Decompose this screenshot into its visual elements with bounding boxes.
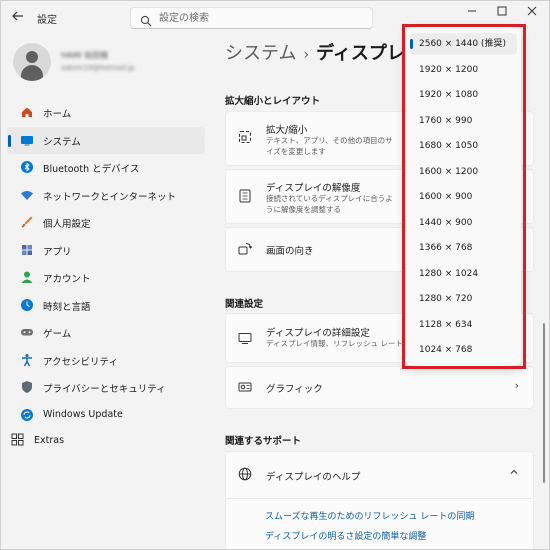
search-icon — [140, 12, 152, 27]
help-links: スムーズな再生のためのリフレッシュ レートの同期 ディスプレイの明るさ設定の簡単… — [265, 508, 474, 548]
sidebar-item-label: ホーム — [43, 109, 72, 120]
avatar — [13, 43, 51, 81]
card-title: ディスプレイの詳細設定 — [266, 328, 370, 339]
card-title: 画面の向き — [266, 246, 314, 257]
card-title: ディスプレイのヘルプ — [266, 472, 361, 483]
sidebar-item-label: ネットワークとインターネット — [43, 191, 177, 203]
resolution-dropdown: 2560 × 1440 (推奨) 1920 × 1200 1920 × 1080… — [406, 27, 521, 366]
orientation-icon — [237, 242, 253, 258]
sidebar-item-network[interactable]: ネットワークとインターネット — [7, 182, 205, 210]
zoom-icon — [237, 130, 253, 146]
section-heading-related: 関連設定 — [225, 299, 264, 310]
app-title: 設定 — [37, 15, 57, 26]
globe-icon — [237, 467, 253, 483]
sidebar-item-label: アプリ — [43, 246, 72, 258]
sidebar-item-windows-update[interactable]: Windows Update — [7, 402, 205, 430]
card-description: テキスト、アプリ、その他の項目のサイズを変更します — [266, 136, 393, 156]
resolution-option[interactable]: 1280 × 1024 — [410, 263, 517, 285]
profile-name: HAMI 佑田雅 — [61, 51, 109, 60]
resolution-option[interactable]: 1680 × 1050 — [410, 135, 517, 157]
sidebar-item-label: Windows Update — [43, 408, 123, 420]
resolution-option[interactable]: 1440 × 900 — [410, 212, 517, 234]
search-box[interactable] — [130, 7, 373, 29]
back-arrow-icon[interactable] — [11, 9, 27, 25]
close-icon[interactable] — [515, 1, 549, 25]
sidebar-item-system[interactable]: システム — [7, 126, 205, 154]
sidebar-item-gaming[interactable]: ゲーム — [7, 319, 205, 347]
help-link-brightness[interactable]: ディスプレイの明るさ設定の簡単な調整 — [265, 528, 474, 548]
sidebar-nav: ホーム システム Bluetooth とデバイス ネットワークとインターネット … — [7, 99, 205, 429]
maximize-icon[interactable] — [485, 1, 519, 25]
sidebar-item-label: Bluetooth とデバイス — [43, 164, 140, 175]
chevron-right-icon: › — [514, 379, 519, 392]
brush-icon — [19, 215, 35, 231]
chevron-right-icon: › — [303, 47, 310, 63]
sidebar-item-personalization[interactable]: 個人用設定 — [7, 209, 205, 237]
sidebar-item-home[interactable]: ホーム — [7, 99, 205, 127]
card-display-help[interactable]: ディスプレイのヘルプ — [225, 451, 534, 499]
sidebar-item-label: アクセシビリティ — [43, 356, 118, 368]
chevron-up-icon[interactable] — [509, 467, 519, 480]
sidebar-item-accounts[interactable]: アカウント — [7, 264, 205, 292]
resolution-icon — [237, 189, 253, 205]
card-title: ディスプレイの解像度 — [266, 183, 361, 194]
accessibility-icon — [19, 353, 35, 369]
sidebar-item-label: 個人用設定 — [43, 219, 91, 230]
extras-icon — [9, 433, 25, 449]
card-graphics[interactable]: グラフィック › — [225, 366, 534, 409]
breadcrumb-parent[interactable]: システム — [225, 43, 296, 64]
sidebar-item-accessibility[interactable]: アクセシビリティ — [7, 347, 205, 375]
sidebar-item-time-language[interactable]: 時刻と言語 — [7, 292, 205, 320]
resolution-option[interactable]: 1920 × 1080 — [410, 84, 517, 106]
resolution-option[interactable]: 2560 × 1440 (推奨) — [410, 33, 517, 55]
gamepad-icon — [19, 325, 35, 341]
minimize-icon[interactable] — [455, 1, 489, 25]
resolution-option[interactable]: 1920 × 1200 — [410, 59, 517, 81]
sidebar-item-apps[interactable]: アプリ — [7, 237, 205, 265]
apps-icon — [19, 243, 35, 259]
sidebar-item-label: 時刻と言語 — [43, 301, 91, 313]
sidebar-item-label: アカウント — [43, 274, 91, 285]
breadcrumb: システム › ディスプレイ — [225, 39, 423, 65]
bluetooth-icon — [19, 160, 35, 176]
system-icon — [19, 133, 35, 149]
section-heading-support: 関連するサポート — [225, 436, 302, 447]
graphics-icon — [237, 380, 253, 396]
home-icon — [19, 105, 35, 121]
monitor-icon — [237, 331, 253, 347]
scrollbar[interactable] — [543, 323, 545, 483]
card-title: 拡大/縮小 — [266, 125, 308, 136]
card-description: 接続されているディスプレイに合うように解像度を調整する — [266, 194, 393, 214]
sidebar-item-label: システム — [43, 136, 81, 148]
update-icon — [19, 408, 35, 424]
resolution-option[interactable]: 1128 × 634 — [410, 314, 517, 336]
extras-label: Extras — [34, 435, 65, 446]
sidebar-item-bluetooth[interactable]: Bluetooth とデバイス — [7, 154, 205, 182]
sidebar-item-privacy[interactable]: プライバシーとセキュリティ — [7, 374, 205, 402]
account-icon — [19, 270, 35, 286]
search-input[interactable] — [159, 10, 359, 26]
sidebar-item-label: ゲーム — [43, 329, 72, 340]
wifi-icon — [19, 188, 35, 204]
settings-window: 設定 HAMI 佑田雅 sakimi19@hotmail.jp — [0, 0, 550, 550]
resolution-option[interactable]: 1600 × 900 — [410, 186, 517, 208]
sidebar-item-label: プライバシーとセキュリティ — [43, 384, 166, 395]
profile-email: sakimi19@hotmail.jp — [61, 64, 135, 72]
resolution-option[interactable]: 1366 × 768 — [410, 237, 517, 259]
card-title: グラフィック — [266, 384, 323, 395]
globe-clock-icon — [19, 298, 35, 314]
shield-icon — [19, 380, 35, 396]
section-heading-scale-layout: 拡大縮小とレイアウト — [225, 96, 321, 107]
resolution-option[interactable]: 1600 × 1200 — [410, 161, 517, 183]
help-link-refresh-rate[interactable]: スムーズな再生のためのリフレッシュ レートの同期 — [265, 508, 474, 528]
resolution-option[interactable]: 1024 × 768 — [410, 339, 517, 361]
resolution-option[interactable]: 1280 × 720 — [410, 288, 517, 310]
resolution-option[interactable]: 1760 × 990 — [410, 110, 517, 132]
